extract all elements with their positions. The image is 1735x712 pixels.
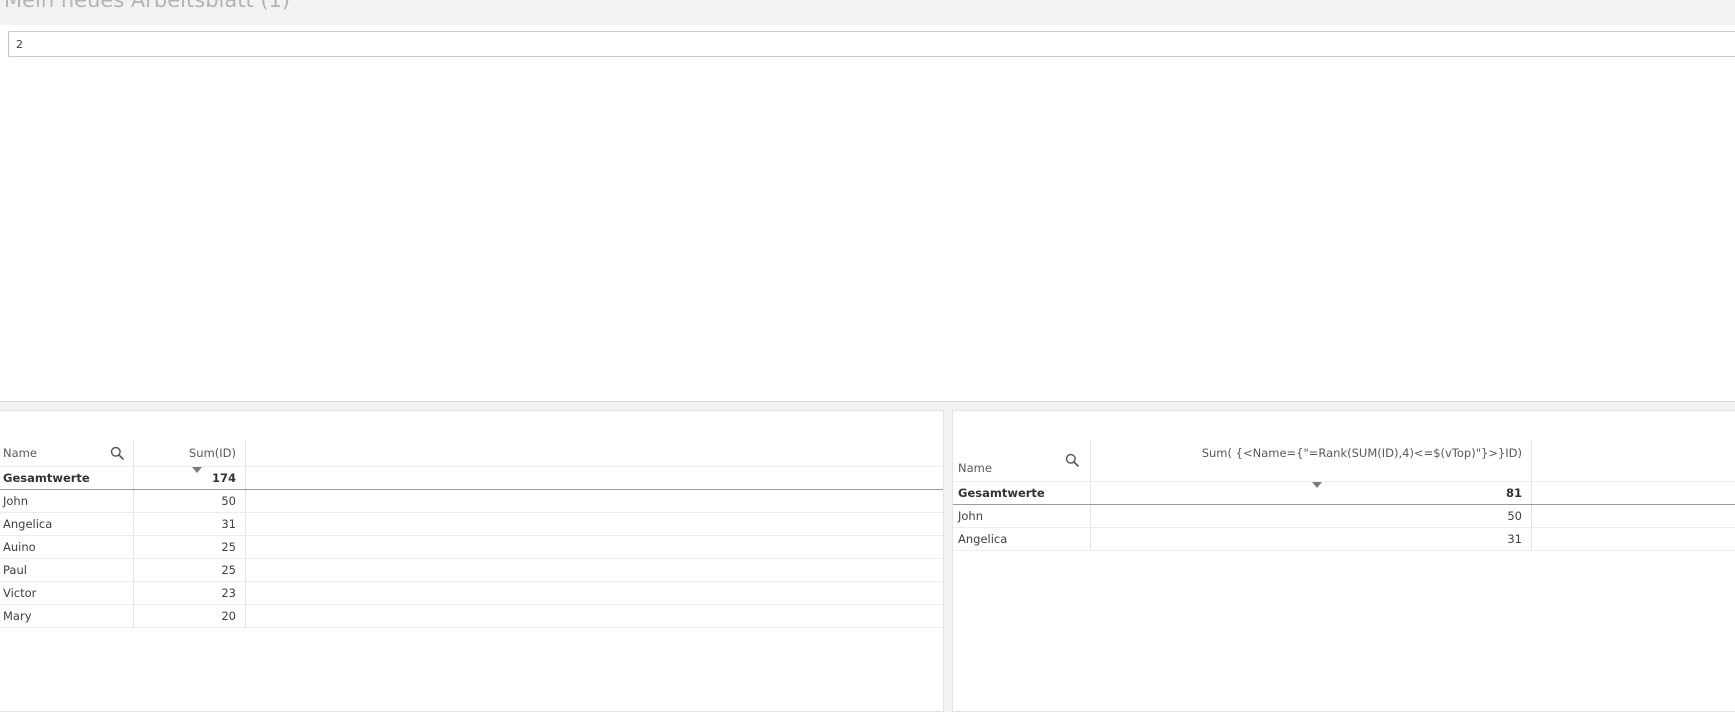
cell-value: 31 <box>1091 528 1532 550</box>
totals-value: 81 <box>1091 481 1532 504</box>
table-row[interactable]: Paul 25 <box>0 559 943 582</box>
table-row[interactable]: Auino 25 <box>0 536 943 559</box>
totals-label: Gesamtwerte <box>0 466 134 489</box>
totals-value: 174 <box>134 466 246 489</box>
table-row[interactable]: Mary 20 <box>0 605 943 628</box>
cell-value: 25 <box>134 536 246 558</box>
table-rank-expression: Name Sum( {<Name={"=Rank(SUM(ID),4)<=$(v… <box>952 410 1735 712</box>
column-header-name-label: Name <box>3 446 37 460</box>
variable-input-panel <box>0 25 1735 402</box>
table-header-row: Name Sum(ID) <box>0 440 943 467</box>
column-header-rank-expression-label: Sum( {<Name={"=Rank(SUM(ID),4)<=$(vTop)"… <box>1201 446 1522 460</box>
sheet-header: Mein neues Arbeitsblatt (1) <box>0 0 1735 26</box>
table-row[interactable]: John 50 <box>0 490 943 513</box>
column-header-rank-expression[interactable]: Sum( {<Name={"=Rank(SUM(ID),4)<=$(vTop)"… <box>1091 440 1532 481</box>
cell-value: 50 <box>1091 505 1532 527</box>
cell-name[interactable]: Angelica <box>953 528 1091 550</box>
cell-value: 23 <box>134 582 246 604</box>
cell-value: 50 <box>134 490 246 512</box>
variable-input[interactable] <box>8 31 1735 57</box>
table-row[interactable]: John 50 <box>953 505 1735 528</box>
table-sum-id: Name Sum(ID) Gesamtwerte 174 John 50 Ang… <box>0 410 944 712</box>
cell-name[interactable]: Auino <box>0 536 134 558</box>
cell-value: 20 <box>134 605 246 627</box>
column-header-name-label: Name <box>958 461 992 475</box>
table-header-row: Name Sum( {<Name={"=Rank(SUM(ID),4)<=$(v… <box>953 440 1735 482</box>
cell-name[interactable]: Angelica <box>0 513 134 535</box>
table-row[interactable]: Angelica 31 <box>0 513 943 536</box>
cell-name[interactable]: Mary <box>0 605 134 627</box>
search-icon[interactable] <box>1065 453 1079 467</box>
totals-row: Gesamtwerte 81 <box>953 481 1735 505</box>
totals-label: Gesamtwerte <box>953 481 1091 504</box>
table-row[interactable]: Victor 23 <box>0 582 943 605</box>
sheet-title: Mein neues Arbeitsblatt (1) <box>4 0 291 12</box>
cell-value: 31 <box>134 513 246 535</box>
cell-value: 25 <box>134 559 246 581</box>
totals-row: Gesamtwerte 174 <box>0 466 943 490</box>
cell-name[interactable]: Paul <box>0 559 134 581</box>
column-header-sum-id[interactable]: Sum(ID) <box>134 440 246 466</box>
search-icon[interactable] <box>110 446 124 460</box>
column-header-sum-id-label: Sum(ID) <box>188 446 236 460</box>
table-row[interactable]: Angelica 31 <box>953 528 1735 551</box>
cell-name[interactable]: Victor <box>0 582 134 604</box>
cell-name[interactable]: John <box>0 490 134 512</box>
cell-name[interactable]: John <box>953 505 1091 527</box>
